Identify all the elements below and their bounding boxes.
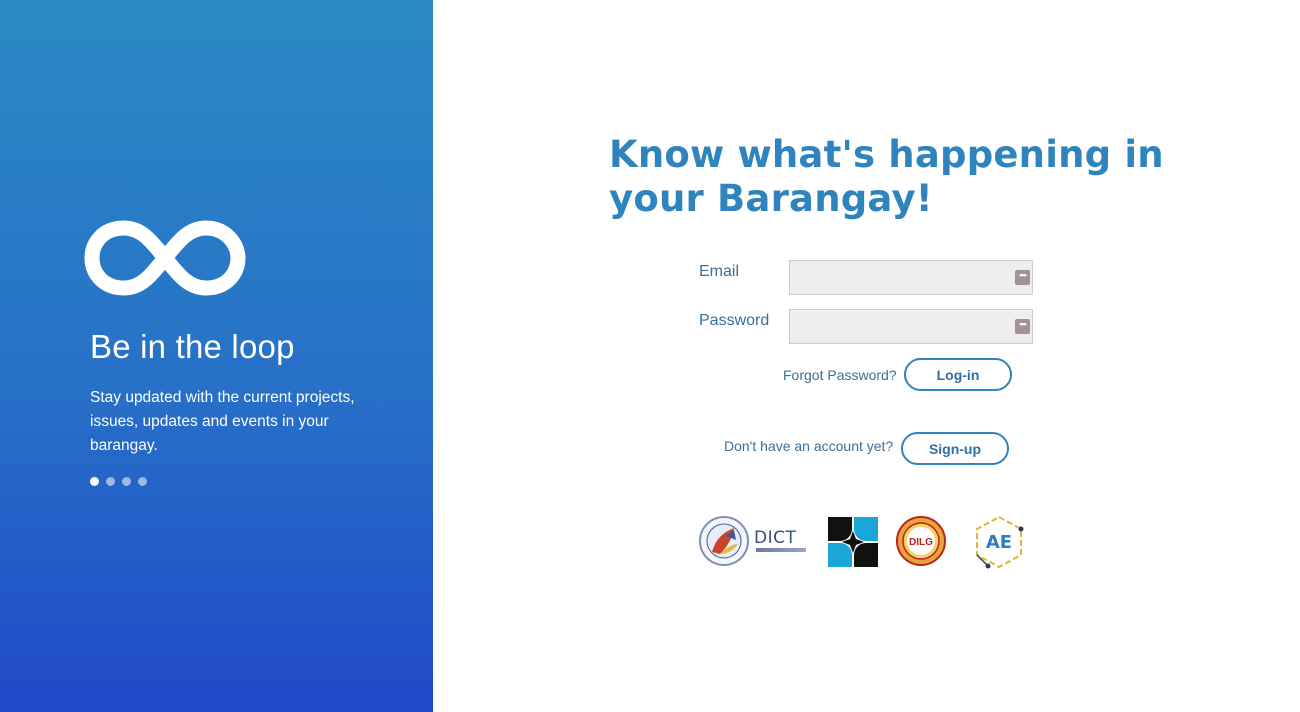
email-label: Email xyxy=(699,263,740,280)
ae-logo: AE xyxy=(976,515,1024,569)
partner-logos: DICT DILG AE xyxy=(698,514,1028,570)
login-page: Be in the loop Stay updated with the cur… xyxy=(0,0,1300,712)
carousel-dots xyxy=(90,477,147,486)
autofill-key-icon[interactable]: ••• xyxy=(1015,270,1030,285)
promo-description: Stay updated with the current projects, … xyxy=(90,389,355,454)
dict-logo-text: DICT xyxy=(754,528,797,548)
password-input[interactable] xyxy=(790,310,1032,343)
infinity-icon xyxy=(84,220,246,296)
promo-panel: Be in the loop Stay updated with the cur… xyxy=(0,0,433,712)
carousel-dot-3[interactable] xyxy=(122,477,131,486)
login-button[interactable]: Log-in xyxy=(904,358,1012,391)
forgot-password-link[interactable]: Forgot Password? xyxy=(783,367,897,383)
signup-button[interactable]: Sign-up xyxy=(901,432,1009,465)
dict-seal-logo xyxy=(699,516,749,566)
carousel-dot-4[interactable] xyxy=(138,477,147,486)
autofill-key-icon[interactable]: ••• xyxy=(1015,319,1030,334)
carousel-dot-1[interactable] xyxy=(90,477,99,486)
no-account-text: Don't have an account yet? xyxy=(724,438,894,454)
dict-subtitle-bar xyxy=(756,548,806,552)
ae-logo-text: AE xyxy=(986,532,1012,553)
page-headline: Know what's happening in your Barangay! xyxy=(609,133,1164,220)
email-input[interactable] xyxy=(790,261,1032,294)
carousel-dot-2[interactable] xyxy=(106,477,115,486)
dilg-logo-text: DILG xyxy=(909,537,933,548)
password-field-wrapper: ••• xyxy=(789,309,1033,344)
partner-quad-logo xyxy=(828,517,878,567)
password-label: Password xyxy=(699,312,770,329)
dilg-logo: DILG xyxy=(896,516,946,566)
email-field-wrapper: ••• xyxy=(789,260,1033,295)
promo-title: Be in the loop xyxy=(90,328,295,365)
